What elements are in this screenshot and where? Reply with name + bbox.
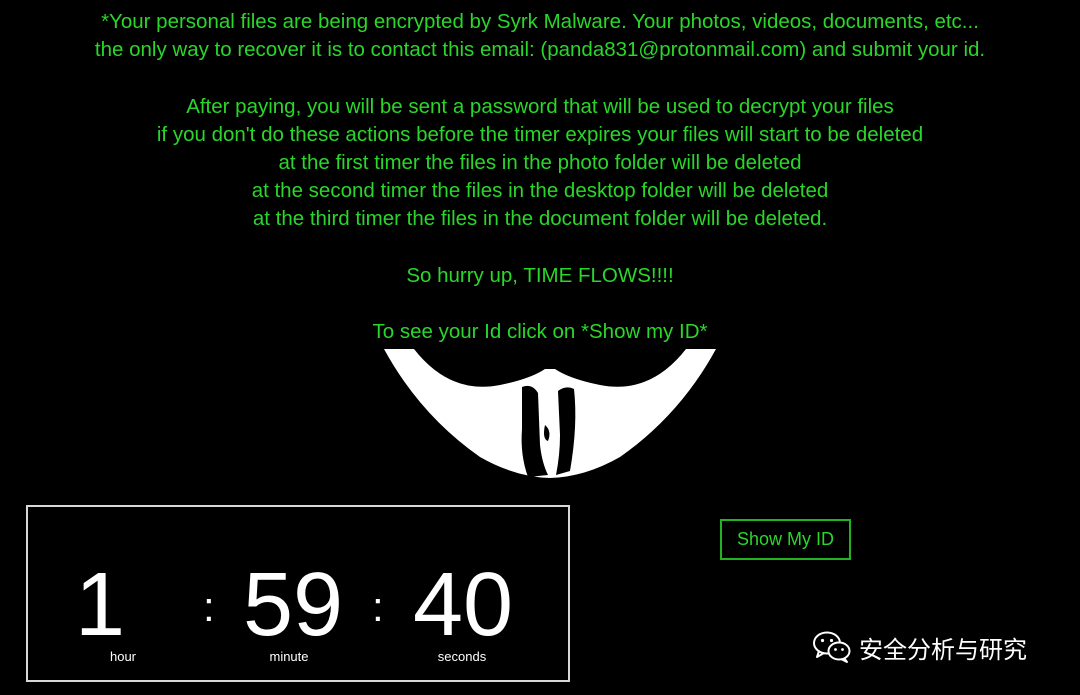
note-line-5: at the first timer the files in the phot… (278, 151, 802, 174)
timer-seconds: 40 (412, 555, 514, 655)
note-line-6: at the second timer the files in the des… (251, 179, 829, 203)
note-line-3: After paying, you will be sent a passwor… (186, 94, 894, 118)
seconds-label: seconds (437, 649, 487, 664)
note-line-7: at the third timer the files in the docu… (252, 207, 828, 231)
wechat-icon (813, 631, 851, 663)
timer-minutes: 59 (242, 555, 344, 655)
minute-label: minute (269, 649, 309, 664)
note-spacer (0, 64, 1080, 92)
show-my-id-button[interactable]: Show My ID (720, 519, 851, 560)
wechat-watermark: 安全分析与研究 (813, 628, 1027, 666)
note-spacer (0, 234, 1080, 262)
timer-separator: : (372, 583, 384, 630)
guy-fawkes-mask-image (384, 349, 716, 478)
watermark-text: 安全分析与研究 (859, 635, 1027, 664)
timer-hours: 1 (74, 555, 126, 655)
note-line-1: *Your personal files are being encrypted… (101, 10, 979, 33)
note-line-9: To see your Id click on *Show my ID* (372, 320, 708, 344)
note-spacer (0, 290, 1080, 318)
note-line-2: the only way to recover it is to contact… (94, 38, 986, 62)
timer-separator: : (203, 583, 215, 630)
hour-label: hour (109, 649, 137, 664)
note-line-8: So hurry up, TIME FLOWS!!!! (406, 263, 674, 287)
ransom-note: *Your personal files are being encrypted… (0, 8, 1080, 346)
note-line-4: if you don't do these actions before the… (156, 122, 924, 146)
